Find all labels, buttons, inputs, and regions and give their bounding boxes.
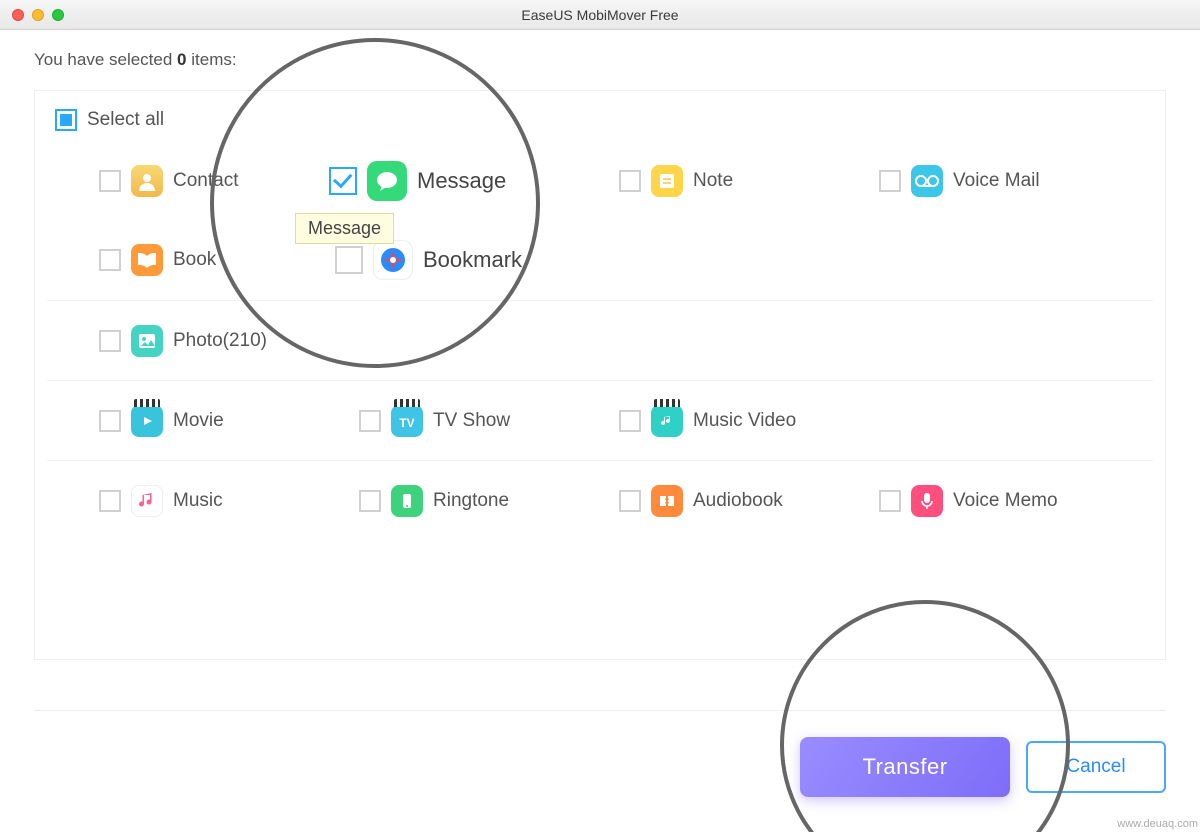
checkbox-note[interactable]	[619, 170, 641, 192]
tooltip-message: Message	[295, 213, 394, 244]
label-tvshow: TV Show	[433, 410, 510, 432]
selection-panel: Select all Contact Message	[34, 90, 1166, 660]
select-all-checkbox[interactable]	[55, 109, 77, 131]
movie-icon	[131, 405, 163, 437]
checkbox-photo[interactable]	[99, 330, 121, 352]
checkbox-message[interactable]	[329, 167, 357, 195]
checkbox-bookmark[interactable]	[335, 246, 363, 274]
close-window-icon[interactable]	[12, 9, 24, 21]
photo-icon	[131, 325, 163, 357]
title-bar: EaseUS MobiMover Free	[0, 0, 1200, 30]
book-icon	[131, 244, 163, 276]
label-photo: Photo(210)	[173, 330, 267, 352]
label-voicememo: Voice Memo	[953, 490, 1058, 512]
zoom-window-icon[interactable]	[52, 9, 64, 21]
label-voicemail: Voice Mail	[953, 170, 1040, 192]
checkbox-musicvideo[interactable]	[619, 410, 641, 432]
main-content: You have selected 0 items: Select all Co…	[0, 30, 1200, 832]
music-icon	[131, 485, 163, 517]
checkbox-music[interactable]	[99, 490, 121, 512]
audiobook-icon	[651, 485, 683, 517]
footer-actions: Transfer Cancel	[34, 710, 1166, 797]
checkbox-tvshow[interactable]	[359, 410, 381, 432]
label-audiobook: Audiobook	[693, 490, 783, 512]
label-music: Music	[173, 490, 223, 512]
note-icon	[651, 165, 683, 197]
checkbox-book[interactable]	[99, 249, 121, 271]
cancel-button[interactable]: Cancel	[1026, 741, 1166, 793]
summary-count: 0	[177, 50, 186, 69]
checkbox-ringtone[interactable]	[359, 490, 381, 512]
watermark: www.deuaq.com	[1117, 818, 1198, 830]
select-all-label: Select all	[87, 109, 164, 131]
transfer-button[interactable]: Transfer	[800, 737, 1010, 797]
label-contact: Contact	[173, 170, 238, 192]
label-ringtone: Ringtone	[433, 490, 509, 512]
contact-icon	[131, 165, 163, 197]
summary-prefix: You have selected	[34, 50, 177, 69]
voicemail-icon	[911, 165, 943, 197]
checkbox-audiobook[interactable]	[619, 490, 641, 512]
label-bookmark: Bookmark	[423, 247, 522, 273]
checkbox-voicememo[interactable]	[879, 490, 901, 512]
label-musicvideo: Music Video	[693, 410, 796, 432]
message-icon	[367, 161, 407, 201]
checkbox-movie[interactable]	[99, 410, 121, 432]
label-movie: Movie	[173, 410, 224, 432]
label-note: Note	[693, 170, 733, 192]
musicvideo-icon	[651, 405, 683, 437]
selection-summary: You have selected 0 items:	[34, 50, 1166, 70]
checkbox-voicemail[interactable]	[879, 170, 901, 192]
minimize-window-icon[interactable]	[32, 9, 44, 21]
label-message: Message	[417, 168, 506, 194]
summary-suffix: items:	[187, 50, 237, 69]
bookmark-icon	[373, 240, 413, 280]
window-title: EaseUS MobiMover Free	[0, 7, 1200, 23]
voicememo-icon	[911, 485, 943, 517]
checkbox-contact[interactable]	[99, 170, 121, 192]
label-book: Book	[173, 249, 216, 271]
ringtone-icon	[391, 485, 423, 517]
tvshow-icon: TV	[391, 405, 423, 437]
